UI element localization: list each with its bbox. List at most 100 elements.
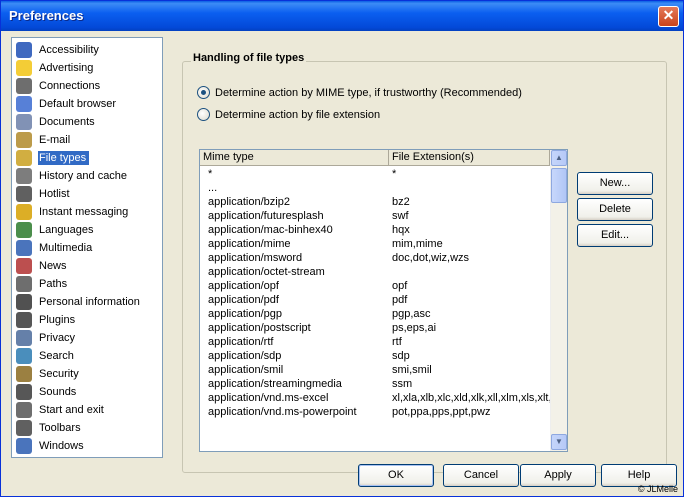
- privacy-icon: [16, 329, 32, 346]
- sidebar-item-privacy[interactable]: Privacy: [16, 329, 162, 346]
- cancel-button[interactable]: Cancel: [443, 464, 519, 487]
- vertical-scrollbar[interactable]: ▲ ▼: [550, 150, 567, 451]
- extensions-cell: [392, 182, 550, 196]
- extensions-cell: ssm: [392, 378, 413, 390]
- table-row[interactable]: application/streamingmedia ssm: [200, 378, 550, 392]
- search-icon: [16, 347, 32, 364]
- mime-type-cell: application/msword: [208, 252, 303, 264]
- sidebar-item-label: Accessibility: [39, 43, 99, 56]
- table-row[interactable]: application/smil smi,smil: [200, 364, 550, 378]
- sidebar-item-plugins[interactable]: Plugins: [16, 311, 162, 328]
- radio-mime-option[interactable]: Determine action by MIME type, if trustw…: [197, 86, 522, 99]
- extensions-cell: bz2: [392, 196, 410, 208]
- table-row[interactable]: application/pgp pgp,asc: [200, 308, 550, 322]
- sidebar-item-label: Search: [39, 349, 74, 362]
- apply-button[interactable]: Apply: [520, 464, 596, 487]
- extensions-cell: smi,smil: [392, 364, 432, 376]
- sidebar-item-hotlist[interactable]: Hotlist: [16, 185, 162, 202]
- close-button[interactable]: ✕: [658, 6, 679, 27]
- mime-type-cell: application/postscript: [208, 322, 311, 334]
- table-rows: * *... application/bzip2 bz2 application/fut…: [200, 168, 550, 420]
- table-row[interactable]: application/sdp sdp: [200, 350, 550, 364]
- sidebar-item-personal-information[interactable]: Personal information: [16, 293, 162, 310]
- extensions-cell: pot,ppa,pps,ppt,pwz: [392, 406, 491, 418]
- table-row[interactable]: application/vnd.ms-excel xl,xla,xlb,xlc,x…: [200, 392, 550, 406]
- sidebar-item-label: News: [39, 259, 67, 272]
- mime-type-cell: *: [208, 168, 213, 180]
- sidebar-item-connections[interactable]: Connections: [16, 77, 162, 94]
- sidebar-item-toolbars[interactable]: Toolbars: [16, 419, 162, 436]
- table-row[interactable]: application/bzip2 bz2: [200, 196, 550, 210]
- sidebar-item-advertising[interactable]: Advertising: [16, 59, 162, 76]
- table-row[interactable]: application/mac-binhex40 hqx: [200, 224, 550, 238]
- sidebar-item-search[interactable]: Search: [16, 347, 162, 364]
- table-row[interactable]: application/postscript ps,eps,ai: [200, 322, 550, 336]
- sidebar-item-e-mail[interactable]: E-mail: [16, 131, 162, 148]
- table-row[interactable]: application/mime mim,mime: [200, 238, 550, 252]
- table-row[interactable]: application/msword doc,dot,wiz,wzs: [200, 252, 550, 266]
- file-type-table[interactable]: Mime type File Extension(s) * *... applica…: [199, 149, 568, 452]
- category-list[interactable]: Accessibility Advertising Connections Defau…: [11, 37, 163, 458]
- table-row[interactable]: application/opf opf: [200, 280, 550, 294]
- table-row[interactable]: * *: [200, 168, 550, 182]
- plugins-icon: [16, 311, 32, 328]
- sidebar-item-news[interactable]: News: [16, 257, 162, 274]
- sidebar-item-file-types[interactable]: File types: [16, 149, 162, 166]
- extensions-cell: *: [392, 168, 397, 180]
- sidebar-item-sounds[interactable]: Sounds: [16, 383, 162, 400]
- title-bar[interactable]: Preferences ✕: [1, 1, 683, 31]
- speaker-icon: [16, 383, 32, 400]
- sidebar-item-multimedia[interactable]: Multimedia: [16, 239, 162, 256]
- sidebar-item-default-browser[interactable]: Default browser: [16, 95, 162, 112]
- radio-mime-label: Determine action by MIME type, if trustw…: [215, 86, 522, 99]
- mime-type-cell: application/bzip2: [208, 196, 290, 208]
- hotlist-icon: [16, 185, 32, 202]
- extensions-cell: swf: [392, 210, 409, 222]
- radio-extension[interactable]: [197, 108, 210, 121]
- sidebar-item-instant-messaging[interactable]: Instant messaging: [16, 203, 162, 220]
- sidebar-item-security[interactable]: Security: [16, 365, 162, 382]
- table-row[interactable]: application/futuresplash swf: [200, 210, 550, 224]
- delete-button[interactable]: Delete: [577, 198, 653, 221]
- ok-button[interactable]: OK: [358, 464, 434, 487]
- mime-type-cell: application/smil: [208, 364, 284, 376]
- document-icon: [16, 95, 32, 112]
- lightning-icon: [16, 203, 32, 220]
- sidebar-item-documents[interactable]: Documents: [16, 113, 162, 130]
- sidebar-item-accessibility[interactable]: Accessibility: [16, 41, 162, 58]
- edit-button[interactable]: Edit...: [577, 224, 653, 247]
- start-exit-icon: [16, 401, 32, 418]
- mime-type-cell: application/pgp: [208, 308, 283, 320]
- sidebar-item-languages[interactable]: Languages: [16, 221, 162, 238]
- sidebar-item-history-and-cache[interactable]: History and cache: [16, 167, 162, 184]
- sidebar-item-label: Documents: [39, 115, 95, 128]
- radio-mime[interactable]: [197, 86, 210, 99]
- table-row[interactable]: application/octet-stream: [200, 266, 550, 280]
- accessibility-icon: [16, 41, 32, 58]
- new-button[interactable]: New...: [577, 172, 653, 195]
- table-row[interactable]: application/pdf pdf: [200, 294, 550, 308]
- table-row[interactable]: application/vnd.ms-powerpoint pot,ppa,pps…: [200, 406, 550, 420]
- scroll-up-button[interactable]: ▲: [551, 150, 567, 166]
- paths-icon: [16, 275, 32, 292]
- window-title: Preferences: [9, 8, 84, 23]
- scroll-thumb[interactable]: [551, 168, 567, 203]
- table-row[interactable]: application/rtf rtf: [200, 336, 550, 350]
- sidebar-item-windows[interactable]: Windows: [16, 437, 162, 454]
- scroll-down-button[interactable]: ▼: [551, 434, 567, 450]
- history-icon: [16, 167, 32, 184]
- column-header-mime[interactable]: Mime type: [200, 150, 389, 166]
- file-types-icon: [16, 149, 32, 166]
- sidebar-item-label: Paths: [39, 277, 68, 290]
- sidebar-item-start-and-exit[interactable]: Start and exit: [16, 401, 162, 418]
- mime-type-cell: ...: [208, 182, 218, 194]
- mime-type-cell: application/mime: [208, 238, 291, 250]
- radio-extension-option[interactable]: Determine action by file extension: [197, 108, 380, 121]
- sidebar-item-label: E-mail: [39, 133, 71, 146]
- sidebar-item-paths[interactable]: Paths: [16, 275, 162, 292]
- sidebar-item-label: File types: [38, 150, 90, 165]
- multimedia-icon: [16, 239, 32, 256]
- table-row[interactable]: ...: [200, 182, 550, 196]
- column-header-extensions[interactable]: File Extension(s): [389, 150, 550, 166]
- mime-type-cell: application/pdf: [208, 294, 279, 306]
